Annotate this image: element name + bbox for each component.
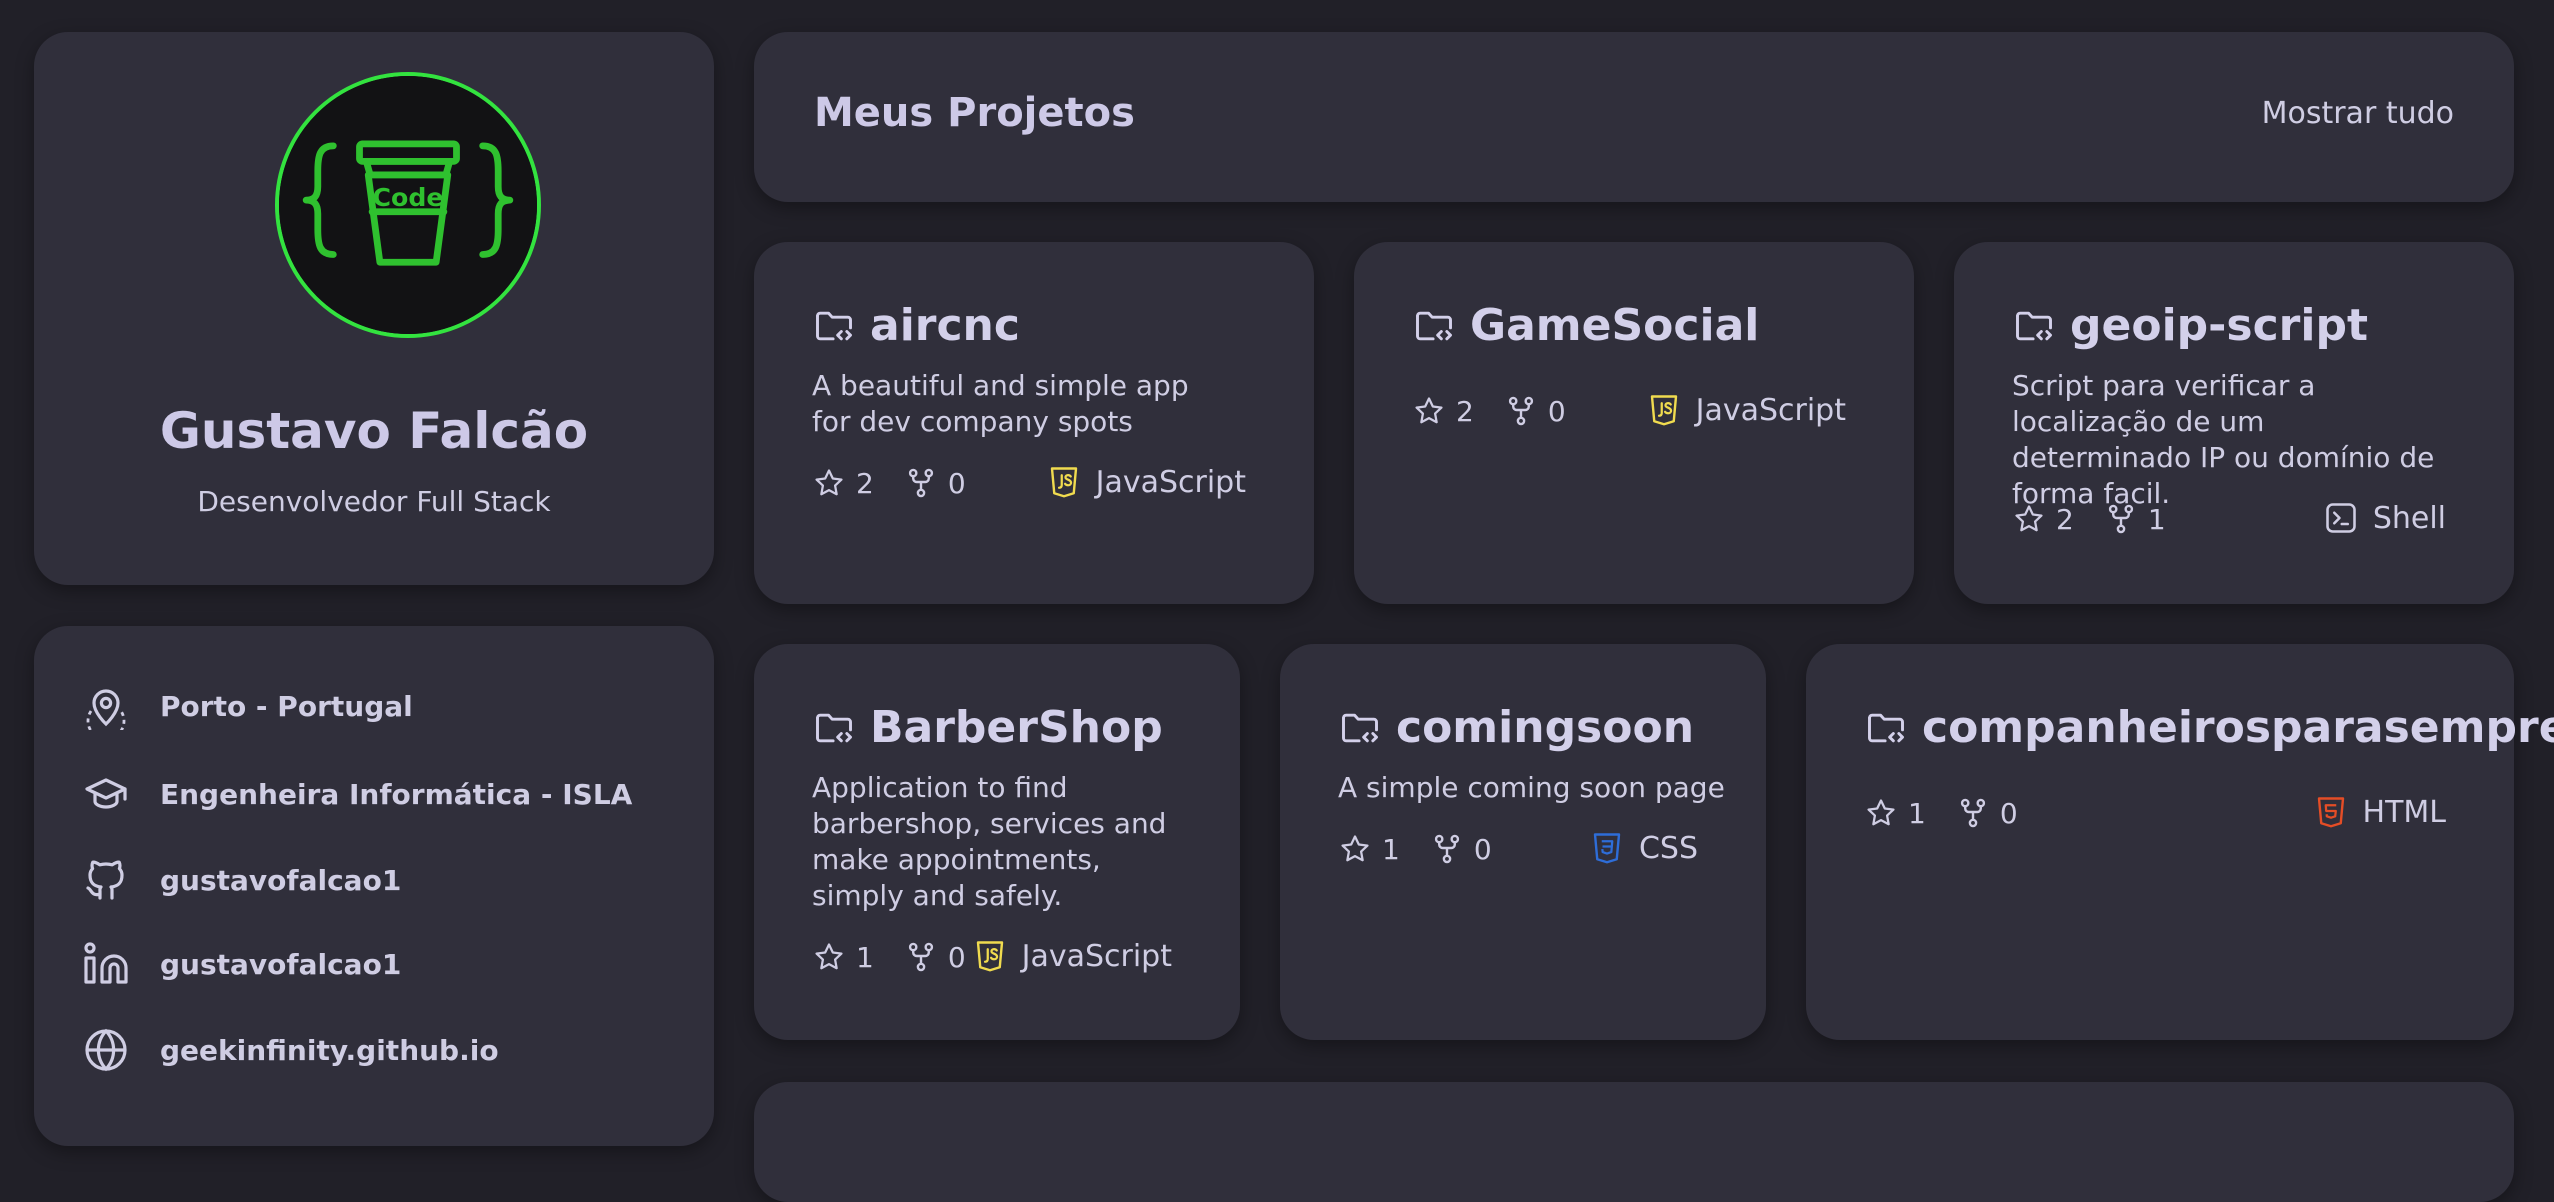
forks-count: 0 [1430,832,1492,866]
github-link[interactable]: gustavofalcao1 [160,864,401,897]
fork-icon [1430,832,1464,866]
project-title[interactable]: geoip-script [2012,300,2368,351]
html-icon [2313,794,2349,830]
project-language: JavaScript [1646,392,1846,428]
profile-role: Desenvolvedor Full Stack [197,485,551,518]
fork-icon [1504,394,1538,428]
globe-icon [82,1026,130,1074]
project-language: JavaScript [1046,464,1246,500]
folder-code-icon [1412,304,1456,348]
info-website[interactable]: geekinfinity.github.io [82,1026,499,1074]
star-icon [1338,832,1372,866]
js-icon [972,938,1008,974]
fork-icon [2104,502,2138,536]
coffee-code-logo-icon: Code [279,76,537,334]
stars-count: 2 [1412,394,1474,428]
forks-count: 0 [904,466,966,500]
project-stats: 1 0 [812,940,996,974]
project-language: HTML [2313,794,2446,830]
info-card: Porto - Portugal Engenheira Informática … [34,626,714,1146]
project-title[interactable]: companheirosparasempre [1864,702,2554,753]
folder-code-icon [812,706,856,750]
info-education: Engenheira Informática - ISLA [82,770,632,818]
fork-icon [904,940,938,974]
info-location: Porto - Portugal [82,682,413,730]
website-link[interactable]: geekinfinity.github.io [160,1034,499,1067]
avatar: Code [275,72,541,338]
project-card[interactable]: comingsoon A simple coming soon page 1 0… [1280,644,1766,1040]
folder-code-icon [1864,706,1908,750]
project-card[interactable]: aircnc A beautiful and simple app for de… [754,242,1314,604]
project-card[interactable]: geoip-script Script para verificar a loc… [1954,242,2514,604]
project-title[interactable]: comingsoon [1338,702,1694,753]
profile-name: Gustavo Falcão [159,402,589,460]
project-title[interactable]: aircnc [812,300,1020,351]
stars-count: 1 [1338,832,1400,866]
stars-count: 1 [1864,796,1926,830]
star-icon [2012,502,2046,536]
info-linkedin[interactable]: gustavofalcao1 [82,940,401,988]
profile-card: Code Gustavo Falcão Desenvolvedor Full S… [34,32,714,585]
project-description: A simple coming soon page [1338,771,1725,804]
project-stats: 2 0 [812,466,996,500]
project-description: Application to find barbershop, services… [812,771,1167,912]
project-language: Shell [2323,500,2446,536]
star-icon [812,940,846,974]
info-github[interactable]: gustavofalcao1 [82,856,401,904]
fork-icon [1956,796,1990,830]
folder-code-icon [812,304,856,348]
js-icon [1046,464,1082,500]
forks-count: 0 [1504,394,1566,428]
project-stats: 1 0 [1338,832,1522,866]
folder-code-icon [1338,706,1382,750]
forks-count: 1 [2104,502,2166,536]
star-icon [812,466,846,500]
graduation-cap-icon [82,770,130,818]
page-title: Meus Projetos [814,90,1135,136]
project-card[interactable]: BarberShop Application to find barbersho… [754,644,1240,1040]
star-icon [1864,796,1898,830]
css-icon [1589,830,1625,866]
location-text: Porto - Portugal [160,689,413,723]
star-icon [1412,394,1446,428]
js-icon [1646,392,1682,428]
svg-text:Code: Code [373,183,444,212]
forks-count: 0 [904,940,966,974]
terminal-icon [2323,500,2359,536]
project-stats: 2 0 [1412,394,1596,428]
project-stats: 1 0 [1864,796,2048,830]
forks-count: 0 [1956,796,2018,830]
project-language: JavaScript [972,938,1172,974]
show-all-link[interactable]: Mostrar tudo [2262,96,2454,131]
project-language: CSS [1589,830,1698,866]
project-description: A beautiful and simple app for dev compa… [812,369,1189,438]
project-title[interactable]: GameSocial [1412,300,1759,351]
stars-count: 2 [2012,502,2074,536]
linkedin-link[interactable]: gustavofalcao1 [160,948,401,981]
project-card[interactable]: companheirosparasempre 1 0 HTML [1806,644,2554,1040]
stars-count: 1 [812,940,874,974]
folder-code-icon [2012,304,2056,348]
education-text: Engenheira Informática - ISLA [160,777,633,811]
project-title[interactable]: BarberShop [812,702,1163,753]
fork-icon [904,466,938,500]
github-icon [82,856,130,904]
location-pin-icon [82,682,130,730]
project-card[interactable]: GameSocial 2 0 JavaScript [1354,242,1914,604]
projects-header: Meus Projetos Mostrar tudo [754,32,2514,202]
stars-count: 2 [812,466,874,500]
project-description: Script para verificar a localização de u… [2012,369,2435,510]
project-card-partial [754,1082,2514,1202]
linkedin-icon [82,940,130,988]
project-stats: 2 1 [2012,502,2196,536]
